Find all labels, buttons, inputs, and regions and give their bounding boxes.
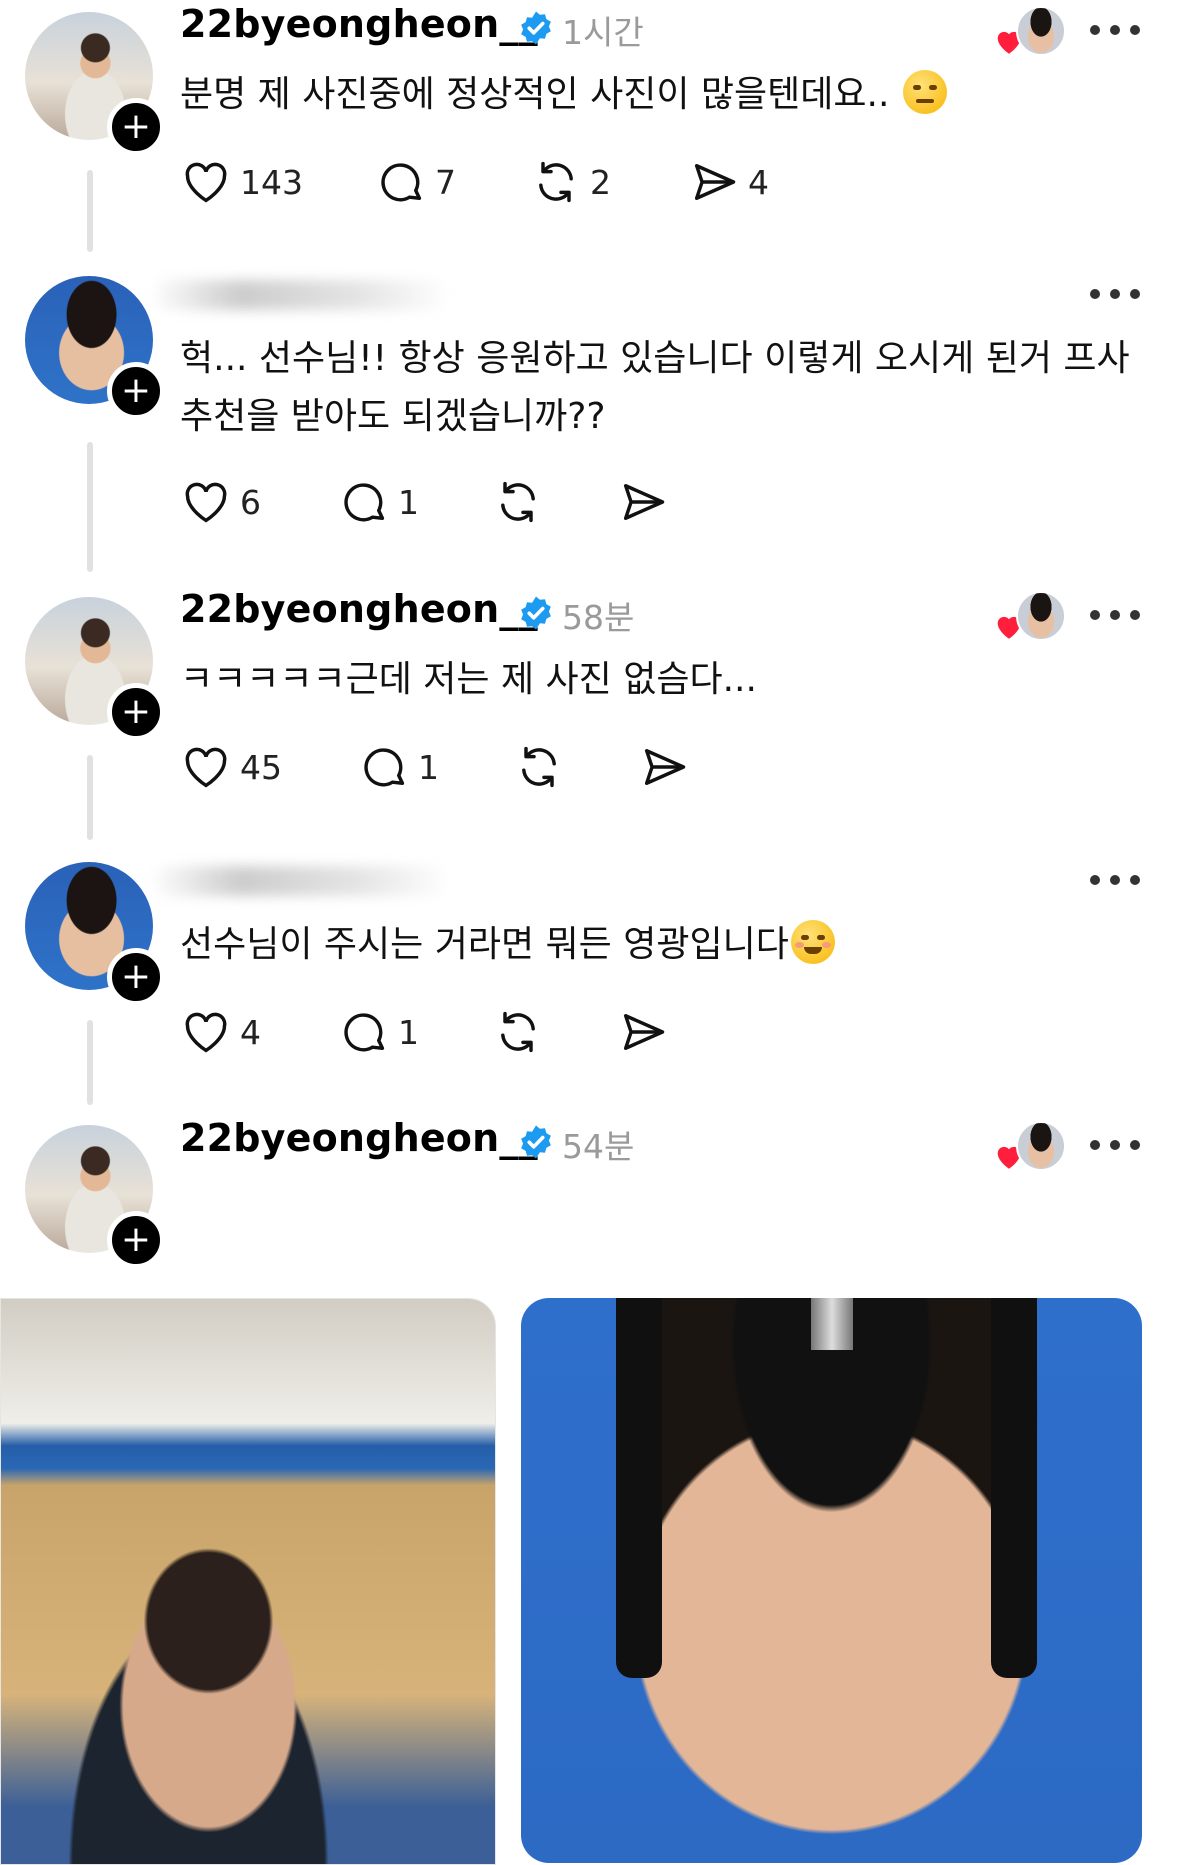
smiling-face-emoji-icon: [790, 920, 835, 964]
reply-count: 7: [435, 162, 456, 202]
like-button[interactable]: 45: [180, 739, 282, 795]
repost-count: 2: [590, 162, 611, 202]
action-bar: 45 1: [180, 739, 780, 795]
post-text-line: 헉... 선수님!! 항상 응원하고 있습니다 이렇게 오시게 된거 프사: [180, 338, 1130, 379]
comment-bubble-icon: [364, 748, 405, 787]
reply-count: 1: [398, 482, 419, 522]
heart-outline-icon: [185, 747, 227, 788]
comment-bubble-icon: [344, 483, 385, 522]
liker-avatar: [1016, 6, 1066, 56]
more-options-icon[interactable]: [1090, 288, 1140, 300]
repost-button[interactable]: [492, 474, 544, 530]
post-text: 분명 제 사진중에 정상적인 사진이 많을텐데요..: [180, 66, 947, 124]
post-2: + 헉... 선수님!! 항상 응원하고 있습니다 이렇게 오시게 된거 프사 …: [0, 262, 1179, 582]
heart-outline-icon: [185, 162, 227, 203]
action-bar: 4 1: [180, 1004, 780, 1060]
like-count: 6: [240, 482, 261, 522]
post-text-content: 분명 제 사진중에 정상적인 사진이 많을텐데요..: [180, 74, 890, 115]
thread-line: [87, 442, 93, 572]
metal-bar: [811, 1298, 853, 1350]
like-count: 143: [240, 162, 303, 202]
repost-icon: [501, 481, 535, 523]
thread-line: [87, 755, 93, 840]
reply-button[interactable]: 1: [358, 739, 439, 795]
post-text-line: 추천을 받아도 되겠습니까??: [180, 396, 606, 437]
heart-outline-icon: [185, 482, 227, 523]
follow-plus-icon[interactable]: +: [107, 1211, 165, 1269]
repost-icon: [522, 746, 556, 788]
more-options-icon[interactable]: [1090, 874, 1140, 886]
post-text: 선수님이 주시는 거라면 뭐든 영광입니다: [180, 916, 835, 974]
post-image-selfie[interactable]: [0, 1298, 496, 1865]
follow-plus-icon[interactable]: +: [107, 98, 165, 156]
verified-badge-icon: [521, 596, 551, 630]
repost-icon: [501, 1011, 535, 1053]
like-button[interactable]: 4: [180, 1004, 261, 1060]
follow-plus-icon[interactable]: +: [107, 683, 165, 741]
like-button[interactable]: 143: [180, 154, 303, 210]
strap: [616, 1298, 662, 1678]
timestamp: 54분: [562, 1127, 635, 1166]
send-icon: [694, 164, 736, 200]
post-text: 헉... 선수님!! 항상 응원하고 있습니다 이렇게 오시게 된거 프사 추천…: [180, 330, 1130, 446]
share-button[interactable]: [638, 739, 690, 795]
more-options-icon[interactable]: [1090, 24, 1140, 36]
thread-line: [87, 1020, 93, 1105]
timestamp: 1시간: [562, 13, 644, 52]
liker-avatar: [1016, 591, 1066, 641]
post-text: ㅋㅋㅋㅋㅋ근데 저는 제 사진 없슴다...: [180, 659, 757, 700]
send-icon: [644, 749, 686, 785]
share-button[interactable]: [617, 1004, 669, 1060]
action-bar: 143 7 2 4: [180, 154, 880, 210]
more-options-icon[interactable]: [1090, 1139, 1140, 1151]
repost-button[interactable]: 2: [530, 154, 611, 210]
blurred-username: [150, 280, 450, 310]
post-image-closeup[interactable]: [521, 1298, 1142, 1863]
liker-avatar: [1016, 1121, 1066, 1171]
like-count: 4: [240, 1012, 261, 1052]
post-text-content: 선수님이 주시는 거라면 뭐든 영광입니다: [180, 924, 789, 965]
like-button[interactable]: 6: [180, 474, 261, 530]
heart-outline-icon: [185, 1012, 227, 1053]
repost-button[interactable]: [492, 1004, 544, 1060]
follow-plus-icon[interactable]: +: [107, 948, 165, 1006]
more-options-icon[interactable]: [1090, 609, 1140, 621]
repost-button[interactable]: [513, 739, 565, 795]
post-1: + 22byeongheon__ 1시간 분명 제 사진중에 정상적인 사진이 …: [0, 0, 1179, 260]
timestamp: 58분: [562, 598, 635, 637]
username[interactable]: 22byeongheon__: [180, 587, 538, 631]
reply-count: 1: [418, 747, 439, 787]
face-with-raised-eyebrow-emoji-icon: [902, 70, 947, 114]
verified-badge-icon: [521, 1125, 551, 1159]
follow-plus-icon[interactable]: +: [107, 362, 165, 420]
blurred-username: [150, 866, 450, 896]
repost-icon: [539, 161, 573, 203]
post-4: + 선수님이 주시는 거라면 뭐든 영광입니다 4 1: [0, 850, 1179, 1110]
action-bar: 6 1: [180, 474, 780, 530]
send-icon: [623, 484, 665, 520]
strap: [991, 1298, 1037, 1678]
post-5: + 22byeongheon__ 54분: [0, 1116, 1179, 1275]
comment-bubble-icon: [344, 1013, 385, 1052]
verified-badge-icon: [521, 11, 551, 45]
thread-line: [87, 170, 93, 252]
reply-button[interactable]: 7: [375, 154, 456, 210]
reply-button[interactable]: 1: [338, 1004, 419, 1060]
username[interactable]: 22byeongheon__: [180, 2, 538, 46]
reply-button[interactable]: 1: [338, 474, 419, 530]
share-button[interactable]: 4: [688, 154, 769, 210]
like-count: 45: [240, 747, 282, 787]
post-3: + 22byeongheon__ 58분 ㅋㅋㅋㅋㅋ근데 저는 제 사진 없슴다…: [0, 585, 1179, 845]
share-button[interactable]: [617, 474, 669, 530]
comment-bubble-icon: [381, 163, 422, 202]
share-count: 4: [748, 162, 769, 202]
username[interactable]: 22byeongheon__: [180, 1116, 538, 1160]
reply-count: 1: [398, 1012, 419, 1052]
send-icon: [623, 1014, 665, 1050]
